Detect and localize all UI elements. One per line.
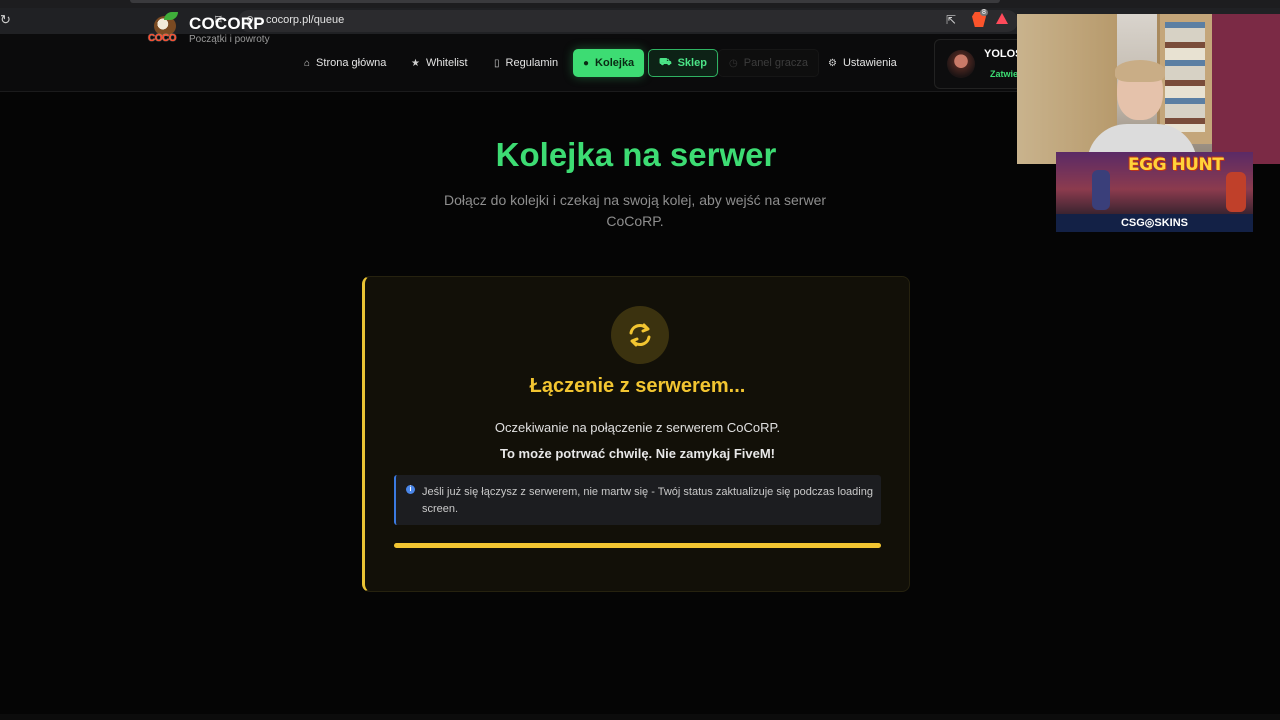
ad-figure-right — [1226, 172, 1246, 212]
gear-icon: ⚙ — [828, 57, 837, 69]
share-icon[interactable]: ⇱ — [946, 13, 956, 27]
progress-bar — [394, 543, 881, 548]
nav-queue-label: Kolejka — [595, 57, 635, 69]
user-status: Zatwie — [990, 69, 1019, 79]
sync-icon — [611, 306, 669, 364]
nav-shop-label: Sklep — [677, 57, 707, 69]
avatar — [947, 50, 975, 78]
clock-icon: ◷ — [729, 57, 738, 69]
nav-rules[interactable]: ▯ Regulamin — [494, 50, 558, 76]
nav-player-panel: ◷ Panel gracza — [718, 49, 819, 77]
star-icon: ★ — [411, 57, 420, 69]
logo-text: COCO — [148, 33, 177, 44]
progress-fill — [394, 543, 881, 548]
brand-tagline: Początki i powroty — [189, 34, 270, 45]
document-icon: ▯ — [494, 57, 500, 69]
info-text: Jeśli już się łączysz z serwerem, nie ma… — [422, 486, 873, 515]
url-text[interactable]: cocorp.pl/queue — [266, 14, 344, 26]
leaf-shape — [164, 12, 178, 20]
taskbar-edge — [0, 714, 1280, 720]
rewards-icon[interactable] — [996, 13, 1008, 24]
page-subtitle: Dołącz do kolejki i czekaj na swoją kole… — [443, 192, 827, 229]
reload-icon[interactable]: ↻ — [0, 12, 14, 30]
nav-whitelist[interactable]: ★ Whitelist — [411, 50, 468, 76]
nav-home-label: Strona główna — [316, 57, 387, 69]
browser-tab-strip — [0, 0, 1280, 8]
ad-brand: CSG◎SKINS — [1120, 217, 1189, 229]
page-title: Kolejka na serwer — [495, 136, 777, 173]
brand-name[interactable]: COCORP — [189, 14, 265, 34]
waiting-message: Oczekiwanie na połączenie z serwerem CoC… — [494, 420, 781, 435]
active-tab-edge — [130, 0, 1000, 3]
info-notice: i Jeśli już się łączysz z serwerem, nie … — [394, 475, 881, 525]
nav-home[interactable]: ⌂ Strona główna — [304, 50, 386, 76]
nav-settings[interactable]: ⚙ Ustawienia — [828, 50, 897, 76]
coconut-logo-icon[interactable]: COCO — [148, 12, 182, 44]
nav-settings-label: Ustawienia — [842, 57, 897, 69]
user-icon: ● — [583, 57, 590, 69]
shield-count-badge: 8 — [980, 9, 988, 16]
nav-whitelist-label: Whitelist — [425, 57, 468, 69]
home-icon: ⌂ — [304, 57, 311, 69]
nav-rules-label: Regulamin — [505, 57, 559, 69]
ad-figure-left — [1092, 170, 1110, 210]
connection-title: Łączenie z serwerem... — [529, 375, 746, 397]
nav-queue[interactable]: ● Kolejka — [573, 49, 645, 77]
address-bar[interactable]: ⚲ cocorp.pl/queue — [238, 10, 1018, 32]
warning-message: To może potrwać chwilę. Nie zamykaj Five… — [500, 446, 775, 461]
queue-status-card: Łączenie z serwerem... Oczekiwanie na po… — [362, 276, 910, 592]
nav-player-panel-label: Panel gracza — [743, 57, 808, 69]
cam-hair — [1115, 60, 1165, 82]
cart-icon: ⛟ — [659, 56, 672, 68]
info-icon: i — [406, 485, 415, 494]
nav-shop[interactable]: ⛟ Sklep — [648, 49, 718, 77]
